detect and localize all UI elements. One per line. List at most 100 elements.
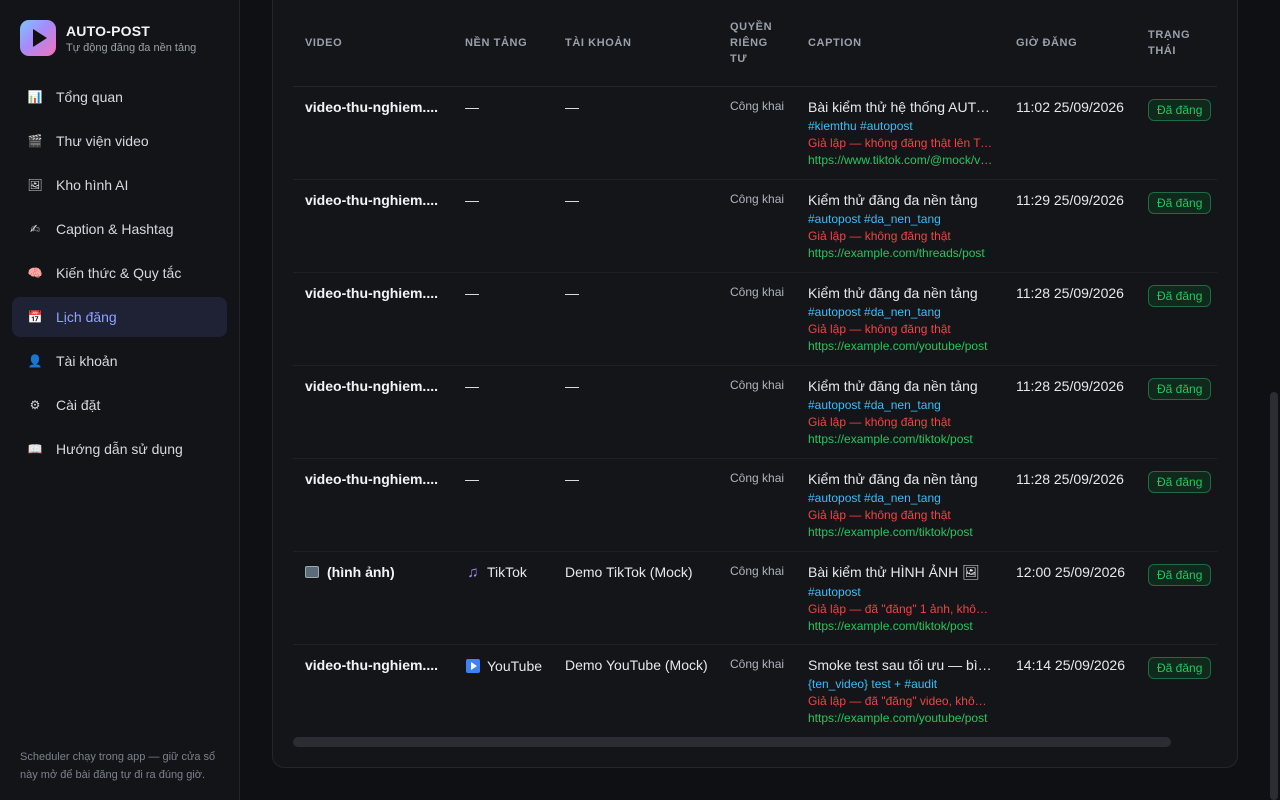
caption-text: Bài kiểm thử HÌNH ẢNH 🖼 — [808, 563, 980, 580]
cell-account: — — [553, 86, 718, 180]
cell-status: Đã đăng — [1136, 644, 1217, 737]
sidebar-item-label: Thư viện video — [56, 133, 149, 149]
col-header-privacy[interactable]: QUYỀN RIÊNG TƯ — [718, 1, 796, 87]
vertical-scrollbar-thumb[interactable] — [1270, 392, 1278, 800]
cell-video: video-thu-nghiem.... — [293, 365, 453, 459]
sidebar-item-label: Lịch đăng — [56, 309, 117, 325]
sidebar-item-5[interactable]: 📅 Lịch đăng — [12, 297, 227, 337]
table-row[interactable]: video-thu-nghiem.... — — Công khai Kiểm thử … — [293, 458, 1217, 552]
table-row[interactable]: video-thu-nghiem.... — — Công khai Kiểm thử … — [293, 365, 1217, 459]
table-row[interactable]: (hình ảnh) ♫ TikTok Demo TikTok (Mock) Công … — [293, 551, 1217, 645]
cell-platform: — — [453, 458, 553, 552]
platform-name: — — [465, 284, 479, 301]
sidebar-item-label: Tài khoản — [56, 353, 118, 369]
sidebar-item-2[interactable]: 🖼 Kho hình AI — [12, 165, 227, 205]
sidebar-nav: 📊 Tổng quan 🎬 Thư viện video 🖼 Kho hình AI ✍ Ca… — [12, 77, 227, 473]
platform-name: — — [465, 470, 479, 487]
platform-name: — — [465, 191, 479, 208]
sidebar-item-3[interactable]: ✍ Caption & Hashtag — [12, 209, 227, 249]
cell-privacy: Công khai — [718, 179, 796, 273]
table-row[interactable]: video-thu-nghiem.... — — Công khai Kiểm thử … — [293, 179, 1217, 273]
schedule-table: VIDEO NỀN TẢNG TÀI KHOẢN QUYỀN RIÊNG TƯ … — [293, 1, 1217, 737]
video-name: video-thu-nghiem.... — [305, 656, 438, 673]
cell-account: — — [553, 365, 718, 459]
col-header-account[interactable]: TÀI KHOẢN — [553, 1, 718, 87]
gear-icon: ⚙ — [29, 398, 41, 412]
simulation-note: Giả lập — không đăng thật — [808, 414, 951, 429]
simulation-note: Giả lập — không đăng thật lên TikTok — [808, 135, 993, 150]
user-icon: 👤 — [27, 354, 43, 368]
cell-status: Đã đăng — [1136, 179, 1217, 273]
horizontal-scrollbar[interactable] — [293, 737, 1171, 747]
simulation-note: Giả lập — không đăng thật — [808, 228, 951, 243]
sidebar-item-label: Tổng quan — [56, 89, 123, 105]
cell-time: 11:28 25/09/2026 — [1004, 365, 1136, 459]
chart-icon: 📊 — [27, 90, 43, 104]
col-header-video[interactable]: VIDEO — [293, 1, 453, 87]
post-link[interactable]: https://example.com/tiktok/post — [808, 525, 993, 539]
cell-status: Đã đăng — [1136, 272, 1217, 366]
status-badge: Đã đăng — [1148, 191, 1212, 214]
table-scroll-area[interactable]: VIDEO NỀN TẢNG TÀI KHOẢN QUYỀN RIÊNG TƯ … — [293, 1, 1217, 749]
post-link[interactable]: https://example.com/tiktok/post — [808, 432, 993, 446]
status-badge: Đã đăng — [1148, 284, 1212, 307]
book-icon: 📖 — [27, 442, 43, 456]
calendar-icon: 📅 — [27, 310, 43, 324]
sidebar-item-7[interactable]: ⚙ Cài đặt — [12, 385, 227, 425]
cell-privacy: Công khai — [718, 272, 796, 366]
brain-icon: 🧠 — [27, 266, 43, 280]
video-name: video-thu-nghiem.... — [305, 470, 438, 487]
cell-caption: Kiểm thử đăng đa nền tảng #autopost #da_n… — [796, 458, 1004, 552]
brand[interactable]: AUTO-POST Tự động đăng đa nền tảng — [20, 20, 196, 56]
sidebar-item-4[interactable]: 🧠 Kiến thức & Quy tắc — [12, 253, 227, 293]
sidebar-item-label: Kho hình AI — [56, 177, 129, 193]
post-link[interactable]: https://example.com/youtube/post — [808, 711, 993, 725]
post-link[interactable]: https://example.com/tiktok/post — [808, 619, 993, 633]
cell-privacy: Công khai — [730, 656, 785, 671]
scheduler-note: Scheduler chạy trong app — giữ cửa sổ nà… — [20, 751, 216, 781]
music-note-icon: ♫ — [467, 563, 479, 581]
table-row[interactable]: video-thu-nghiem.... YouTube Demo YouTube … — [293, 644, 1217, 737]
post-link[interactable]: https://example.com/youtube/post — [808, 339, 993, 353]
cell-privacy: Công khai — [718, 86, 796, 180]
cell-status: Đã đăng — [1136, 551, 1217, 645]
brand-subtitle: Tự động đăng đa nền tảng — [66, 41, 197, 54]
post-link[interactable]: https://www.tiktok.com/@mock/video — [808, 153, 993, 167]
image-icon — [305, 565, 319, 578]
cell-account: — — [553, 458, 718, 552]
cell-caption: Kiểm thử đăng đa nền tảng #autopost #da_n… — [796, 272, 1004, 366]
col-header-platform[interactable]: NỀN TẢNG — [453, 1, 553, 87]
schedule-table-card: VIDEO NỀN TẢNG TÀI KHOẢN QUYỀN RIÊNG TƯ … — [272, 0, 1238, 768]
table-row[interactable]: video-thu-nghiem.... — — Công khai Kiểm thử … — [293, 272, 1217, 366]
cell-caption: Smoke test sau tối ưu — bình thường {ten_… — [796, 644, 1004, 737]
caption-hashtags: {ten_video} test + #audit — [808, 676, 938, 691]
cell-privacy: Công khai — [718, 365, 796, 459]
vertical-scrollbar[interactable] — [1268, 0, 1280, 800]
sidebar-item-8[interactable]: 📖 Hướng dẫn sử dụng — [12, 429, 227, 469]
table-row[interactable]: video-thu-nghiem.... — — Công khai Bài kiểm … — [293, 86, 1217, 180]
sidebar-item-6[interactable]: 👤 Tài khoản — [12, 341, 227, 381]
status-badge: Đã đăng — [1148, 656, 1212, 679]
cell-platform: — — [453, 179, 553, 273]
video-name: video-thu-nghiem.... — [305, 98, 438, 115]
cell-video: video-thu-nghiem.... — [293, 272, 453, 366]
sidebar-item-label: Caption & Hashtag — [56, 221, 174, 237]
cell-video: video-thu-nghiem.... — [293, 458, 453, 552]
sidebar-item-1[interactable]: 🎬 Thư viện video — [12, 121, 227, 161]
sidebar: AUTO-POST Tự động đăng đa nền tảng 📊 Tổng… — [0, 0, 240, 800]
video-name: video-thu-nghiem.... — [305, 377, 438, 394]
col-header-status[interactable]: TRẠNG THÁI — [1136, 1, 1217, 87]
table-header-row: VIDEO NỀN TẢNG TÀI KHOẢN QUYỀN RIÊNG TƯ … — [293, 1, 1217, 87]
pen-icon: ✍ — [29, 222, 41, 236]
simulation-note: Giả lập — đã "đăng" video, không đăng th… — [808, 693, 993, 708]
post-link[interactable]: https://example.com/threads/post — [808, 246, 993, 260]
col-header-caption[interactable]: CAPTION — [796, 1, 1004, 87]
cell-status: Đã đăng — [1136, 86, 1217, 180]
caption-hashtags: #kiemthu #autopost — [808, 118, 913, 133]
caption-hashtags: #autopost #da_nen_tang — [808, 397, 941, 412]
platform-name: — — [465, 377, 479, 394]
col-header-time[interactable]: GIỜ ĐĂNG — [1004, 1, 1136, 87]
platform-name: — — [465, 98, 479, 115]
sidebar-item-0[interactable]: 📊 Tổng quan — [12, 77, 227, 117]
caption-text: Kiểm thử đăng đa nền tảng — [808, 191, 978, 208]
